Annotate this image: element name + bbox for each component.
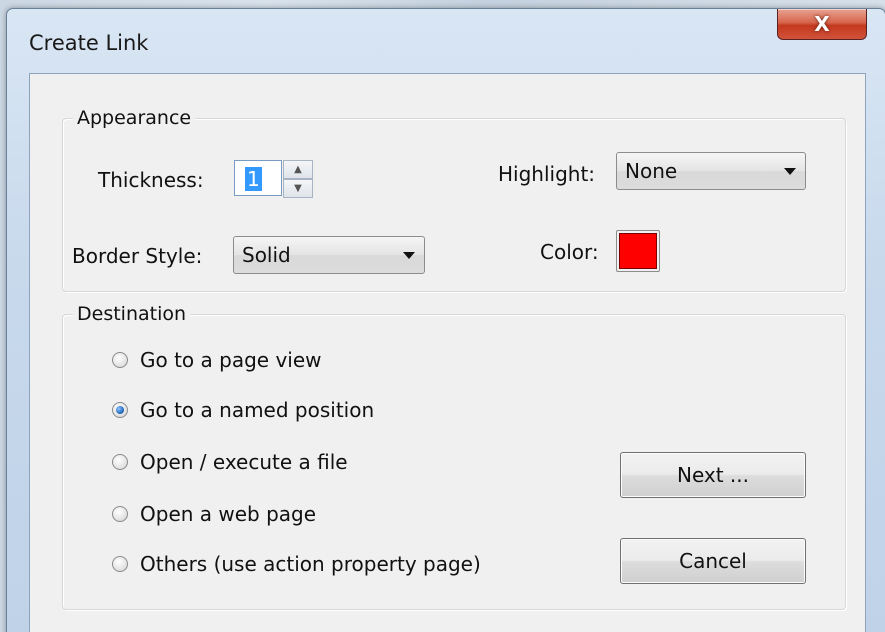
border-style-select[interactable]: Solid (233, 236, 425, 274)
cancel-button[interactable]: Cancel (620, 538, 806, 584)
create-link-dialog: Create Link X Appearance Thickness: 1 ▲ … (6, 8, 885, 632)
thickness-value: 1 (245, 167, 262, 191)
dialog-body: Appearance Thickness: 1 ▲ ▼ Highlight: N… (29, 73, 866, 632)
spin-down-icon[interactable]: ▼ (283, 179, 313, 198)
border-style-selected-value: Solid (242, 243, 291, 267)
highlight-select[interactable]: None (616, 152, 806, 190)
chevron-down-icon (403, 252, 415, 259)
radio-web-page[interactable]: Open a web page (112, 502, 316, 526)
radio-label: Others (use action property page) (140, 552, 481, 576)
chevron-down-icon (784, 168, 796, 175)
radio-label: Go to a page view (140, 348, 322, 372)
thickness-spin-buttons: ▲ ▼ (283, 160, 313, 198)
radio-button-checked[interactable] (112, 402, 128, 418)
highlight-selected-value: None (625, 159, 678, 183)
title-bar[interactable]: Create Link X (7, 9, 885, 69)
close-button[interactable]: X (777, 9, 867, 40)
radio-label: Go to a named position (140, 398, 375, 422)
spin-up-icon[interactable]: ▲ (283, 160, 313, 179)
color-picker-button[interactable] (616, 230, 660, 272)
thickness-stepper[interactable]: 1 ▲ ▼ (234, 160, 313, 198)
close-icon: X (814, 12, 830, 36)
thickness-input[interactable]: 1 (234, 160, 282, 196)
destination-legend: Destination (73, 303, 191, 325)
radio-button[interactable] (112, 454, 128, 470)
radio-button[interactable] (112, 352, 128, 368)
border-style-label: Border Style: (72, 244, 203, 268)
radio-others[interactable]: Others (use action property page) (112, 552, 481, 576)
radio-page-view[interactable]: Go to a page view (112, 348, 322, 372)
dialog-title: Create Link (29, 31, 149, 55)
radio-button[interactable] (112, 556, 128, 572)
appearance-legend: Appearance (73, 107, 196, 129)
next-button[interactable]: Next ... (620, 452, 806, 498)
highlight-label: Highlight: (498, 162, 596, 186)
thickness-label: Thickness: (98, 168, 204, 192)
radio-execute-file[interactable]: Open / execute a file (112, 450, 348, 474)
radio-button[interactable] (112, 506, 128, 522)
color-swatch (619, 233, 657, 269)
color-label: Color: (540, 240, 599, 264)
radio-label: Open / execute a file (140, 450, 348, 474)
radio-named-position[interactable]: Go to a named position (112, 398, 374, 422)
radio-label: Open a web page (140, 502, 317, 526)
